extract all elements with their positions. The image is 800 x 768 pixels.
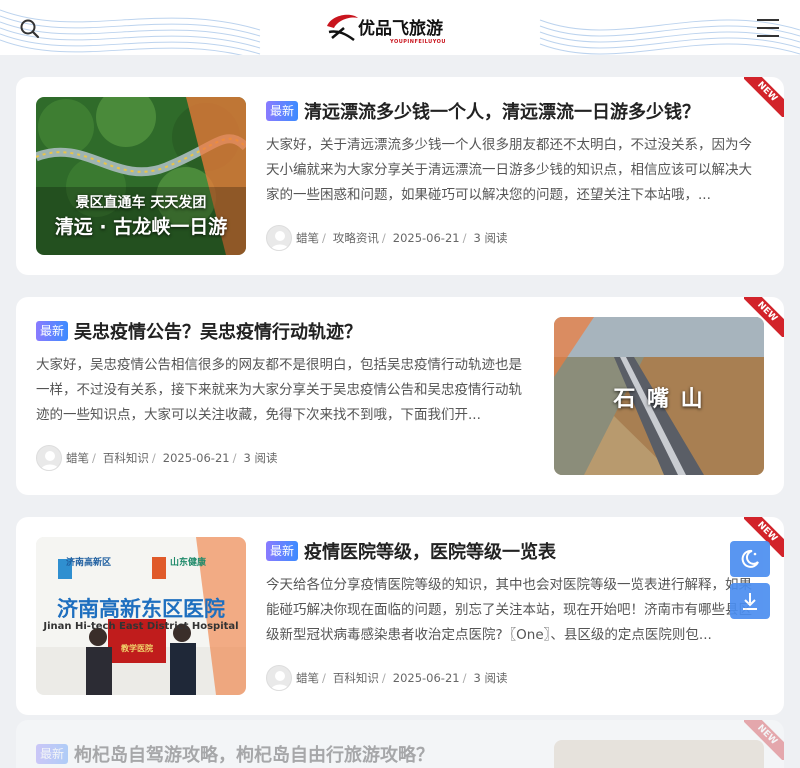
new-ribbon: NEW <box>744 297 784 337</box>
search-icon <box>20 19 40 39</box>
new-badge: 最新 <box>36 744 69 764</box>
moon-icon <box>741 549 759 568</box>
menu-icon <box>757 19 779 37</box>
dark-mode-button[interactable] <box>730 541 770 577</box>
article-excerpt: 大家好，吴忠疫情公告相信很多的网友都不是很明白，包括吴忠疫情行动轨迹也是一样，不… <box>36 357 522 423</box>
thumbnail-caption: Jinan Hi-tech East District Hospital <box>43 621 239 632</box>
new-ribbon: NEW <box>744 720 784 760</box>
article-meta: 蜡笔 / 百科知识/ 2025-06-21/ 3 阅读 <box>36 445 526 471</box>
article-card[interactable]: 最新 吴忠疫情公告？吴忠疫情行动轨迹？ 大家好，吴忠疫情公告相信很多的网友都不是… <box>16 297 784 495</box>
article-category[interactable]: 百科知识 <box>103 450 149 466</box>
site-logo[interactable]: 优品飞旅游 YOUPINFEILUYOU <box>322 8 480 50</box>
article-date: 2025-06-21 <box>162 451 230 465</box>
article-title-row: 最新 枸杞岛自驾游攻略，枸杞岛自由行旅游攻略？ <box>36 740 526 768</box>
article-body: 最新 枸杞岛自驾游攻略，枸杞岛自由行旅游攻略？ <box>36 740 526 768</box>
download-button[interactable] <box>730 583 770 619</box>
article-excerpt: 大家好，关于清远漂流多少钱一个人很多朋友都还不太明白，不过没关系，因为今天小编就… <box>266 137 752 203</box>
article-date: 2025-06-21 <box>392 671 460 685</box>
article-meta: 蜡笔 / 百科知识/ 2025-06-21/ 3 阅读 <box>266 665 756 691</box>
article-card[interactable]: 最新 枸杞岛自驾游攻略，枸杞岛自由行旅游攻略？ NEW <box>16 720 784 768</box>
article-reads: 3 阅读 <box>243 451 278 465</box>
article-category[interactable]: 攻略资讯 <box>333 230 379 246</box>
author-avatar[interactable] <box>266 665 292 691</box>
thumbnail-caption-large: 济南高新东区医院 <box>57 597 225 621</box>
menu-button[interactable] <box>757 19 779 37</box>
article-thumbnail[interactable]: 景区直通车 天天发团 清远 · 古龙峡一日游 <box>36 97 246 255</box>
thumbnail-caption: 景区直通车 天天发团 <box>75 195 207 211</box>
article-title[interactable]: 枸杞岛自驾游攻略，枸杞岛自由行旅游攻略？ <box>74 741 434 767</box>
logo-mark-icon <box>327 14 358 42</box>
thumbnail-caption-large: 清远 · 古龙峡一日游 <box>54 216 228 238</box>
new-badge: 最新 <box>266 541 299 561</box>
new-ribbon: NEW <box>744 77 784 117</box>
thumbnail-sign-right: 山东健康 <box>170 558 207 568</box>
author-avatar[interactable] <box>36 445 62 471</box>
site-header: 优品飞旅游 YOUPINFEILUYOU <box>0 0 800 55</box>
article-meta: 蜡笔 / 攻略资讯/ 2025-06-21/ 3 阅读 <box>266 225 756 251</box>
user-icon <box>40 451 60 470</box>
article-title-row: 最新 清远漂流多少钱一个人，清远漂流一日游多少钱？ <box>266 97 756 125</box>
article-card[interactable]: 景区直通车 天天发团 清远 · 古龙峡一日游 最新 清远漂流多少钱一个人，清远漂… <box>16 77 784 275</box>
author-name[interactable]: 蜡笔 <box>296 230 319 246</box>
article-thumbnail[interactable]: 石 嘴 山 <box>554 317 764 475</box>
user-icon <box>270 231 290 250</box>
article-title[interactable]: 疫情医院等级，医院等级一览表 <box>304 538 556 564</box>
article-date: 2025-06-21 <box>392 231 460 245</box>
article-category[interactable]: 百科知识 <box>333 670 379 686</box>
article-body: 最新 吴忠疫情公告？吴忠疫情行动轨迹？ 大家好，吴忠疫情公告相信很多的网友都不是… <box>36 317 526 471</box>
article-body: 最新 清远漂流多少钱一个人，清远漂流一日游多少钱？ 大家好，关于清远漂流多少钱一… <box>266 97 756 251</box>
thumbnail-sign-left: 济南高新区 <box>66 558 112 568</box>
article-title[interactable]: 清远漂流多少钱一个人，清远漂流一日游多少钱？ <box>304 98 700 124</box>
article-title-row: 最新 疫情医院等级，医院等级一览表 <box>266 537 756 565</box>
article-thumbnail[interactable]: 济南高新区 山东健康 济南高新东区医院 Jinan Hi-tech East D… <box>36 537 246 695</box>
new-badge: 最新 <box>36 321 69 341</box>
thumbnail-plaque: 教学医院 <box>121 644 153 653</box>
article-body: 最新 疫情医院等级，医院等级一览表 今天给各位分享疫情医院等级的知识，其中也会对… <box>266 537 756 691</box>
user-icon <box>270 671 290 690</box>
article-title[interactable]: 吴忠疫情公告？吴忠疫情行动轨迹？ <box>74 318 362 344</box>
author-avatar[interactable] <box>266 225 292 251</box>
download-icon <box>743 593 757 610</box>
article-reads: 3 阅读 <box>473 231 508 245</box>
logo-subtext: YOUPINFEILUYOU <box>390 39 446 45</box>
article-card[interactable]: 济南高新区 山东健康 济南高新东区医院 Jinan Hi-tech East D… <box>16 517 784 715</box>
search-button[interactable] <box>19 18 41 40</box>
article-reads: 3 阅读 <box>473 671 508 685</box>
author-name[interactable]: 蜡笔 <box>66 450 89 466</box>
article-thumbnail[interactable] <box>554 740 764 768</box>
thumbnail-caption-large: 石 嘴 山 <box>613 387 705 412</box>
logo-text: 优品飞旅游 <box>358 19 443 39</box>
new-badge: 最新 <box>266 101 299 121</box>
article-title-row: 最新 吴忠疫情公告？吴忠疫情行动轨迹？ <box>36 317 526 345</box>
article-excerpt: 今天给各位分享疫情医院等级的知识，其中也会对医院等级一览表进行解释，如果能碰巧解… <box>266 577 752 643</box>
author-name[interactable]: 蜡笔 <box>296 670 319 686</box>
